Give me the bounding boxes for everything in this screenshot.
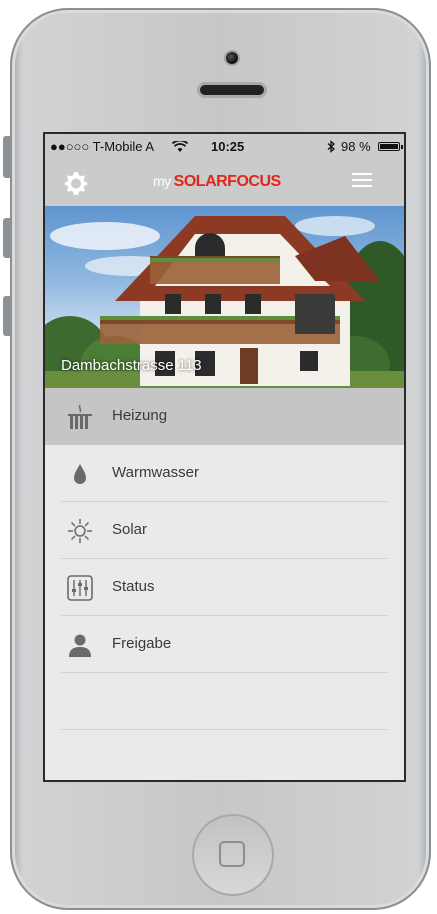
volume-up-button (3, 218, 11, 258)
gear-icon[interactable] (63, 170, 89, 196)
status-bar: ●●○○○ T-Mobile A 10:25 98 % (45, 134, 404, 160)
empty-row (61, 673, 388, 730)
bluetooth-icon (327, 140, 335, 153)
menu-item-solar[interactable]: Solar (61, 502, 388, 559)
menu-item-freigabe[interactable]: Freigabe (61, 616, 388, 673)
sun-icon (68, 519, 92, 543)
address-label: Dambachstrasse 113 (61, 357, 202, 374)
hamburger-icon[interactable] (352, 172, 372, 188)
app-header: my SOLARFOCUS (45, 160, 404, 206)
home-button[interactable] (192, 814, 274, 896)
volume-down-button (3, 296, 11, 336)
main-menu: Heizung Warmwasser Solar Status Freigabe (45, 388, 404, 780)
menu-item-status[interactable]: Status (61, 559, 388, 616)
menu-item-label: Warmwasser (112, 464, 199, 481)
house-photo: Dambachstrasse 113 (45, 206, 404, 388)
radiator-icon (68, 404, 92, 429)
carrier-label: ●●○○○ T-Mobile A (50, 139, 155, 154)
water-drop-icon (74, 464, 86, 484)
menu-item-label: Status (112, 578, 155, 595)
earpiece-speaker (200, 85, 264, 95)
logo-brand: SOLARFOCUS (173, 173, 282, 190)
menu-item-label: Heizung (112, 407, 168, 424)
app-logo: my SOLARFOCUS (153, 173, 281, 191)
home-square-icon (219, 841, 245, 867)
sliders-icon (67, 575, 93, 601)
menu-item-warmwasser[interactable]: Warmwasser (61, 445, 388, 502)
menu-item-heizung[interactable]: Heizung (45, 388, 404, 445)
battery-icon (378, 142, 403, 151)
empty-row (61, 730, 388, 780)
logo-prefix: my (153, 173, 171, 189)
wifi-icon (172, 141, 188, 152)
menu-item-label: Freigabe (112, 635, 172, 652)
menu-item-label: Solar (112, 521, 148, 538)
app-screen: ●●○○○ T-Mobile A 10:25 98 % my SOLARFOCUS (43, 132, 406, 782)
battery-percent: 98 % (341, 139, 371, 154)
front-camera (226, 52, 238, 64)
mute-switch (3, 136, 11, 178)
person-icon (69, 634, 91, 657)
clock: 10:25 (211, 139, 245, 154)
